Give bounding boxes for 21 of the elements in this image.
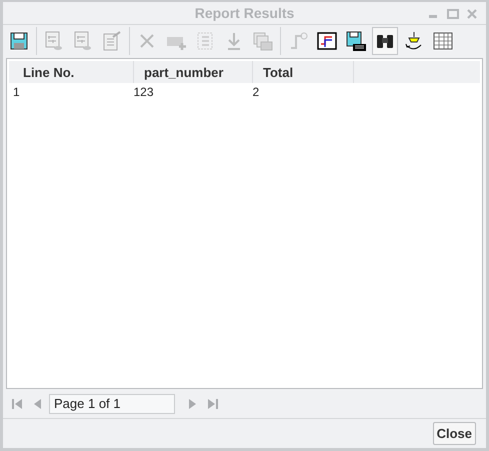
column-header[interactable]: Total xyxy=(252,61,354,83)
column-header[interactable]: part_number xyxy=(134,61,252,83)
document-icon xyxy=(43,30,65,52)
floppy-xml-icon xyxy=(345,30,367,52)
last-page-icon xyxy=(206,396,220,410)
table-cell: 123 xyxy=(134,83,252,99)
clipboard-icon xyxy=(101,30,123,52)
diagram-icon xyxy=(316,30,338,52)
window-title: Report Results xyxy=(194,5,294,21)
first-page-icon xyxy=(10,396,24,410)
close-button[interactable]: Close xyxy=(432,422,476,445)
grid-icon xyxy=(432,30,454,52)
column-header[interactable]: Line No. xyxy=(9,61,134,83)
table-cell: 1 xyxy=(9,83,134,99)
page-field[interactable]: Page 1 of 1 xyxy=(49,394,175,414)
maximize-icon[interactable] xyxy=(447,8,459,20)
table-cell: 2 xyxy=(252,83,354,99)
binoculars-button[interactable] xyxy=(372,27,398,55)
close-icon[interactable] xyxy=(466,8,478,20)
stacked-pages-icon xyxy=(252,30,274,52)
document-icon xyxy=(72,30,94,52)
